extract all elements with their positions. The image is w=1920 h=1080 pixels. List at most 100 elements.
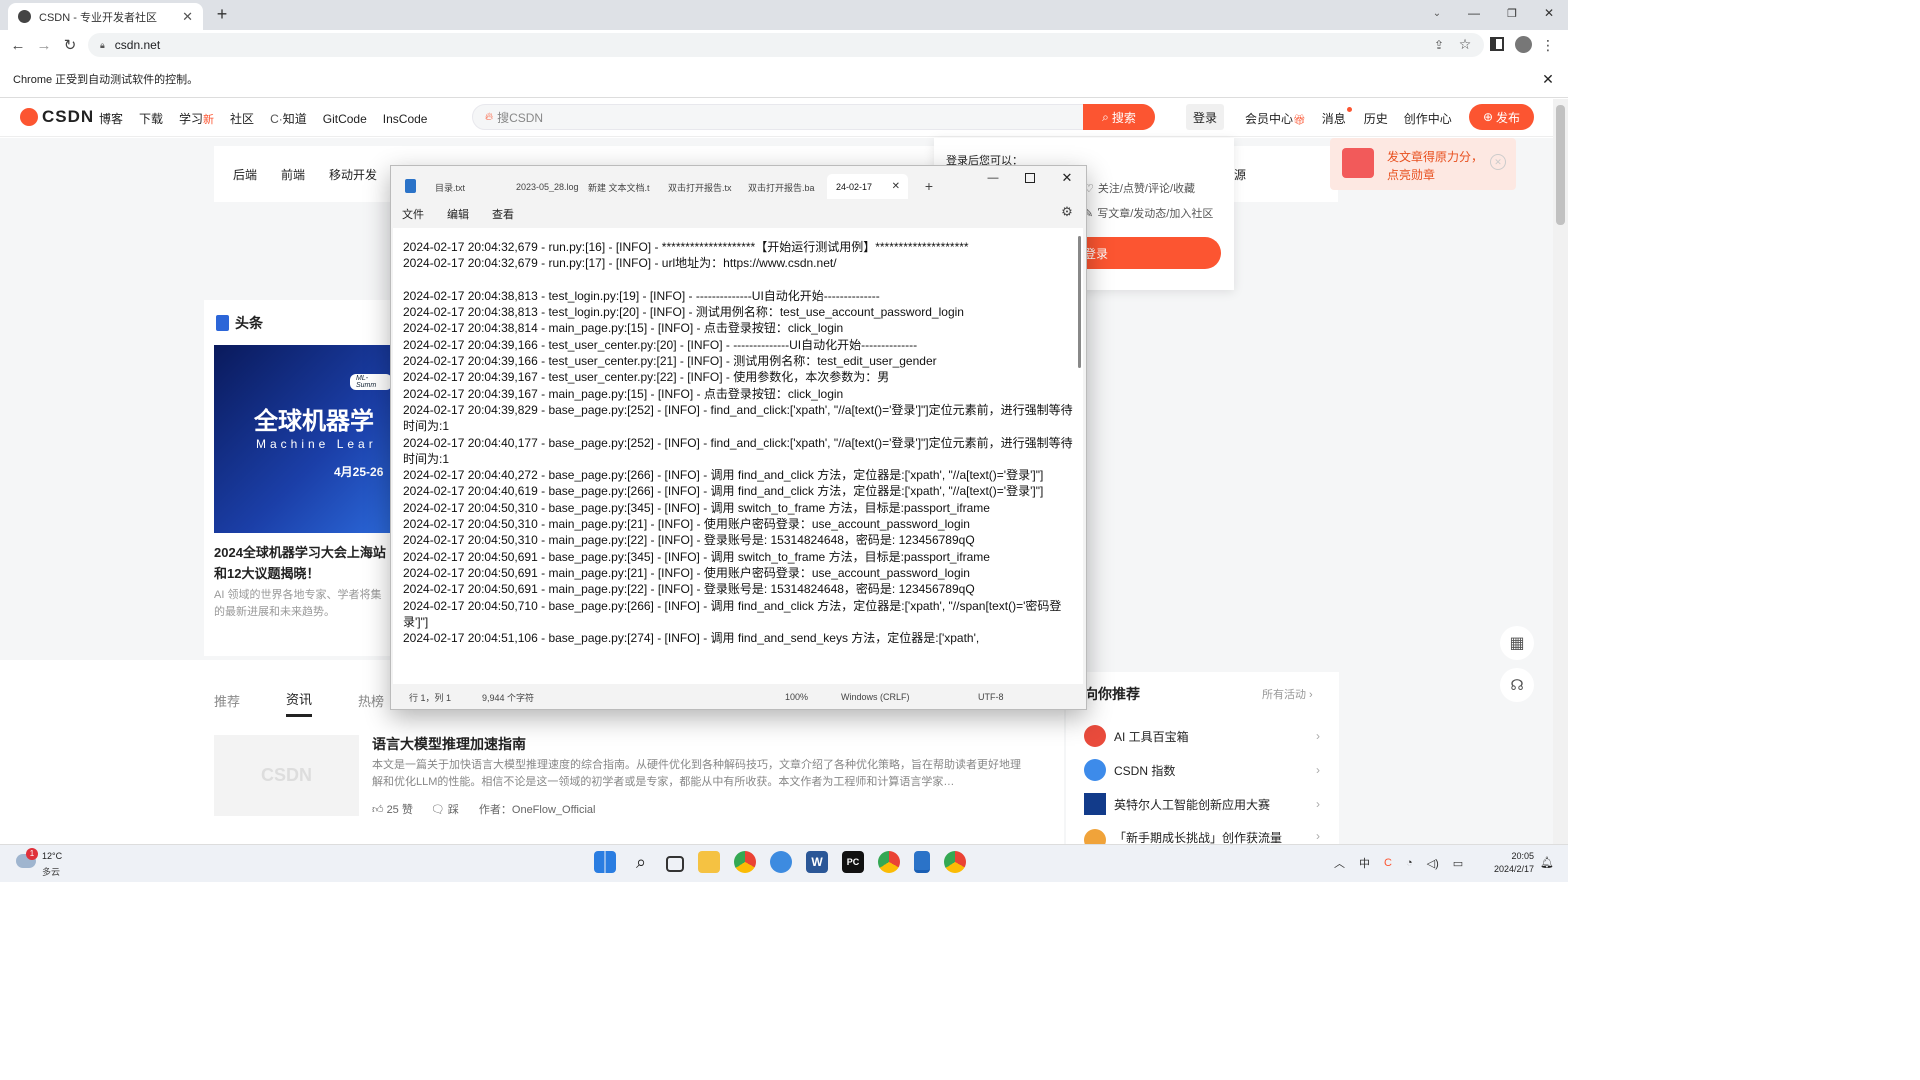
article-title[interactable]: 语言大模型推理加速指南: [372, 734, 526, 754]
encoding[interactable]: UTF-8: [978, 692, 1004, 702]
category-frontend[interactable]: 前端: [281, 166, 305, 183]
recommend-item[interactable]: CSDN 指数 ›: [1084, 759, 1320, 781]
popup-login-button[interactable]: 登录: [1070, 237, 1221, 269]
tab-news[interactable]: 资讯: [286, 689, 313, 717]
notepad-close-button[interactable]: ✕: [1059, 170, 1075, 186]
new-tab-button[interactable]: +: [212, 4, 232, 24]
vip-center-link[interactable]: 会员中心🎁︎: [1245, 110, 1306, 127]
battery-icon[interactable]: ▭: [1453, 857, 1463, 870]
tray-chevron-up-icon[interactable]: ︿: [1334, 855, 1345, 871]
browser-menu-icon[interactable]: ⋮: [1541, 36, 1555, 54]
headline-title[interactable]: 2024全球机器学习大会上海站 和12大议题揭晓！: [214, 542, 394, 584]
settings-gear-icon[interactable]: ⚙: [1060, 204, 1074, 219]
like-button[interactable]: 👍︎ 25 赞: [372, 801, 413, 817]
chrome-icon[interactable]: [878, 851, 900, 873]
weather-widget[interactable]: 1 12°C 多云: [14, 848, 74, 878]
medal-banner[interactable]: 发文章得原力分， 点亮勋章 ✕: [1330, 138, 1516, 190]
line-ending[interactable]: Windows (CRLF): [841, 692, 910, 702]
search-button[interactable]: ⌕ 搜索: [1083, 104, 1155, 130]
chrome-icon[interactable]: [734, 851, 756, 873]
notepad-tab[interactable]: 目录.txt: [426, 181, 508, 194]
login-link[interactable]: 登录: [1186, 104, 1224, 130]
restore-window-button[interactable]: ❐: [1502, 3, 1522, 23]
notepad-maximize-button[interactable]: [1022, 170, 1038, 186]
share-icon[interactable]: ⇪: [1431, 37, 1447, 53]
menu-edit[interactable]: 编辑: [447, 206, 469, 222]
notepad-minimize-button[interactable]: —: [984, 170, 1002, 186]
notepad-tab[interactable]: 双击打开报告.tx: [668, 181, 748, 194]
notepad-text-area[interactable]: 2024-02-17 20:04:32,679 - run.py:[16] - …: [393, 228, 1083, 684]
notepad-taskbar-icon[interactable]: [914, 851, 930, 873]
tab-recommend[interactable]: 推荐: [214, 691, 240, 710]
csdn-tray-icon[interactable]: C: [1384, 857, 1392, 869]
bookmark-star-icon[interactable]: ☆: [1457, 36, 1473, 52]
notepad-scrollbar[interactable]: [1078, 236, 1081, 368]
close-tab-icon[interactable]: ✕: [182, 9, 193, 25]
minimize-window-button[interactable]: —: [1464, 3, 1484, 23]
address-bar[interactable]: 🔒︎ csdn.net: [88, 33, 1484, 57]
banner-close-icon[interactable]: ✕: [1490, 154, 1506, 170]
wifi-icon[interactable]: ◔: [1406, 857, 1413, 869]
nav-inscode[interactable]: InsCode: [383, 112, 428, 126]
nav-download[interactable]: 下载: [139, 110, 163, 127]
close-tab-icon[interactable]: ✕: [892, 181, 900, 192]
nav-zhidao[interactable]: C·知道: [270, 110, 307, 127]
csdn-search-box[interactable]: 🔥︎ 搜CSDN: [472, 104, 1155, 130]
category-partial[interactable]: 源: [1234, 166, 1246, 183]
forward-arrow-icon[interactable]: →: [35, 36, 53, 54]
word-icon[interactable]: W: [806, 851, 828, 873]
notepad-tab[interactable]: 双击打开报告.ba: [748, 181, 819, 194]
clock[interactable]: 20:05 2024/2/17: [1486, 850, 1534, 876]
reload-icon[interactable]: ↻: [61, 36, 79, 54]
category-backend[interactable]: 后端: [233, 166, 257, 183]
tab-hot[interactable]: 热榜: [358, 691, 384, 710]
all-activities-link[interactable]: 所有活动 ›: [1262, 686, 1313, 702]
messages-link[interactable]: 消息: [1322, 107, 1352, 127]
recommend-item[interactable]: AI 工具百宝箱 ›: [1084, 725, 1320, 747]
category-mobile[interactable]: 移动开发: [329, 166, 377, 183]
qrcode-icon[interactable]: ▦: [1500, 626, 1534, 660]
recommend-item[interactable]: 「新手期成长挑战」创作获流量 ›: [1084, 829, 1320, 844]
nav-learn[interactable]: 学习新: [179, 110, 214, 127]
windows-start-icon[interactable]: [594, 851, 616, 873]
notification-bell-icon[interactable]: 🔔︎: [1540, 855, 1554, 869]
search-icon[interactable]: ⌕: [630, 851, 652, 873]
dislike-button[interactable]: 🗨︎ 踩: [431, 801, 459, 817]
back-arrow-icon[interactable]: ←: [9, 36, 27, 54]
volume-icon[interactable]: ◁): [1427, 857, 1439, 870]
pycharm-icon[interactable]: PC: [842, 851, 864, 873]
nav-community[interactable]: 社区: [230, 110, 254, 127]
menu-view[interactable]: 查看: [492, 206, 514, 222]
csdn-logo[interactable]: CSDN: [20, 107, 94, 127]
tab-search-icon[interactable]: ⌄: [1429, 5, 1445, 21]
page-scrollbar[interactable]: [1553, 99, 1568, 844]
close-window-button[interactable]: ✕: [1539, 3, 1559, 23]
language-icon[interactable]: 中: [1359, 855, 1370, 871]
profile-avatar-icon[interactable]: [1515, 36, 1532, 53]
history-link[interactable]: 历史: [1364, 110, 1388, 127]
notepad-tab[interactable]: 2023-05_28.log: [508, 182, 588, 192]
menu-file[interactable]: 文件: [402, 206, 424, 222]
chevron-right-icon: ›: [1316, 763, 1320, 777]
edge-icon[interactable]: [770, 851, 792, 873]
infobar-close-icon[interactable]: ✕: [1539, 70, 1557, 88]
nav-gitcode[interactable]: GitCode: [323, 112, 367, 126]
article-thumbnail[interactable]: CSDN: [214, 735, 359, 816]
notepad-tab[interactable]: 新建 文本文档.t: [588, 181, 668, 194]
notepad-new-tab-button[interactable]: +: [921, 178, 937, 194]
scrollbar-thumb[interactable]: [1556, 105, 1565, 225]
creator-center-link[interactable]: 创作中心: [1404, 110, 1452, 127]
chrome-icon[interactable]: [944, 851, 966, 873]
file-explorer-icon[interactable]: [698, 851, 720, 873]
zoom-level[interactable]: 100%: [785, 692, 808, 702]
headline-image[interactable]: ML-Summ 全球机器学 Machine Lear 4月25-26: [214, 345, 392, 533]
task-view-icon[interactable]: [666, 855, 684, 872]
article-author[interactable]: 作者：OneFlow_Official: [479, 801, 596, 817]
browser-tab[interactable]: CSDN - 专业开发者社区 ✕: [8, 3, 203, 30]
customer-service-icon[interactable]: ☊: [1500, 668, 1534, 702]
nav-blog[interactable]: 博客: [99, 110, 123, 127]
notepad-tab-active[interactable]: 24-02-17 ✕: [827, 174, 908, 199]
publish-button[interactable]: ⊕ 发布: [1469, 104, 1534, 130]
recommend-item[interactable]: 英特尔人工智能创新应用大赛 ›: [1084, 793, 1320, 815]
sidepanel-icon[interactable]: [1490, 37, 1504, 51]
